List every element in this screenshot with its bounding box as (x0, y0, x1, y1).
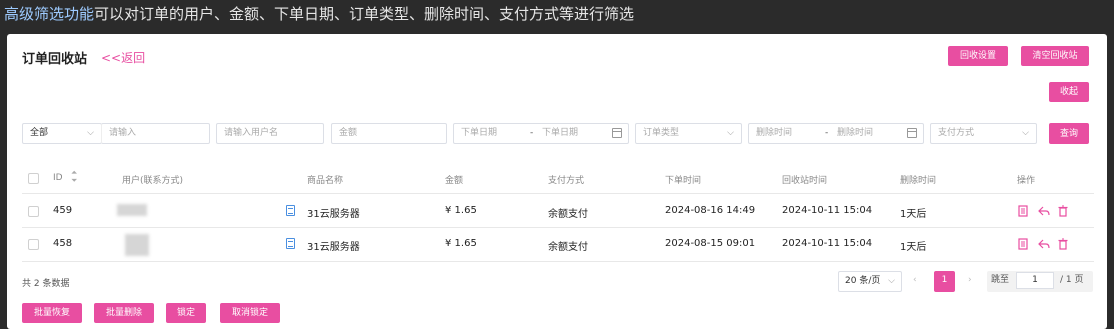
chevron-left-icon[interactable]: ‹ (913, 271, 917, 292)
order-date-start: 下单日期 (461, 128, 498, 138)
column-header-actions: 操作 (1017, 176, 1036, 186)
recycle-bin-panel: 订单回收站 <<返回 回收设置 清空回收站 收起 全部 ⌵ 请输入 请输入用户名 … (7, 34, 1107, 329)
keyword-input[interactable]: 请输入 (101, 123, 210, 144)
column-header-id: ID (53, 173, 63, 183)
clear-recycle-button[interactable]: 清空回收站 (1021, 46, 1089, 66)
document-icon[interactable] (286, 238, 295, 249)
scope-select[interactable]: 全部 ⌵ (22, 123, 102, 144)
column-header-order-time: 下单时间 (665, 176, 702, 186)
order-date-sep: - (530, 128, 534, 138)
divider (22, 227, 1094, 228)
row-amount: ¥ 1.65 (445, 205, 477, 216)
row-delete-time: 1天后 (900, 209, 927, 220)
row-recycle-time: 2024-10-11 15:04 (782, 238, 873, 249)
amount-input[interactable]: 金额 (331, 123, 447, 144)
total-pages: / 1 页 (1060, 275, 1084, 285)
caption-text: 高级筛选功能可以对订单的用户、金额、下单日期、订单类型、删除时间、支付方式等进行… (4, 3, 634, 25)
collapse-button[interactable]: 收起 (1049, 82, 1089, 102)
batch-restore-button[interactable]: 批量恢复 (22, 303, 82, 323)
chevron-down-icon: ⌵ (727, 128, 734, 138)
page-jumper: 跳至 1 / 1 页 (987, 271, 1093, 292)
row-checkbox[interactable] (28, 206, 39, 217)
query-button[interactable]: 查询 (1049, 123, 1089, 144)
trash-icon[interactable] (1057, 238, 1069, 250)
detail-icon[interactable] (1017, 238, 1029, 250)
divider (22, 193, 1094, 194)
batch-delete-button[interactable]: 批量删除 (94, 303, 154, 323)
row-pay: 余额支付 (548, 242, 588, 253)
username-placeholder: 请输入用户名 (224, 128, 279, 138)
row-checkbox[interactable] (28, 239, 39, 250)
order-date-end: 下单日期 (542, 128, 579, 138)
row-product: 31云服务器 (307, 242, 360, 253)
row-pay: 余额支付 (548, 209, 588, 220)
divider (22, 261, 1094, 262)
total-count: 共 2 条数据 (22, 279, 70, 289)
row-product: 31云服务器 (307, 209, 360, 220)
recycle-settings-button[interactable]: 回收设置 (948, 46, 1008, 66)
column-header-pay: 支付方式 (548, 176, 585, 186)
caption-highlight: 高级筛选功能 (4, 5, 95, 23)
trash-icon[interactable] (1057, 205, 1069, 217)
lock-button[interactable]: 锁定 (166, 303, 206, 323)
column-header-amount: 金额 (445, 176, 464, 186)
goto-input[interactable]: 1 (1016, 272, 1054, 289)
user-avatar-redacted (117, 204, 147, 216)
goto-label: 跳至 (991, 275, 1010, 285)
caption-rest: 可以对订单的用户、金额、下单日期、订单类型、删除时间、支付方式等进行筛选 (94, 5, 635, 23)
order-type-placeholder: 订单类型 (643, 128, 680, 138)
unlock-button[interactable]: 取消锁定 (220, 303, 280, 323)
order-date-range[interactable]: 下单日期 - 下单日期 (453, 123, 629, 144)
column-header-product: 商品名称 (307, 176, 344, 186)
row-delete-time: 1天后 (900, 242, 927, 253)
row-amount: ¥ 1.65 (445, 238, 477, 249)
sort-icon[interactable]: ⏶ ⏷ (71, 169, 77, 185)
row-order-time: 2024-08-15 09:01 (665, 238, 756, 249)
chevron-down-icon: ⌵ (87, 128, 94, 138)
calendar-icon (612, 128, 622, 138)
page-title: 订单回收站 (22, 52, 88, 67)
pay-method-select[interactable]: 支付方式 ⌵ (930, 123, 1037, 144)
delete-time-start: 删除时间 (756, 128, 793, 138)
delete-time-end: 删除时间 (837, 128, 874, 138)
chevron-down-icon: ⌵ (888, 276, 895, 286)
row-id: 458 (53, 238, 73, 249)
row-recycle-time: 2024-10-11 15:04 (782, 205, 873, 216)
row-id: 459 (53, 205, 73, 216)
user-avatar-redacted (125, 234, 149, 256)
username-input[interactable]: 请输入用户名 (216, 123, 324, 144)
keyword-placeholder: 请输入 (109, 128, 137, 138)
chevron-down-icon: ⌵ (1022, 128, 1029, 138)
restore-icon[interactable] (1038, 205, 1050, 217)
chevron-right-icon[interactable]: › (968, 271, 972, 292)
pay-method-placeholder: 支付方式 (938, 128, 975, 138)
select-all-checkbox[interactable] (28, 173, 39, 184)
column-header-delete-time: 删除时间 (900, 176, 937, 186)
page-size-select[interactable]: 20 条/页 ⌵ (838, 271, 902, 292)
row-order-time: 2024-08-16 14:49 (665, 205, 756, 216)
delete-time-range[interactable]: 删除时间 - 删除时间 (748, 123, 924, 144)
delete-time-sep: - (825, 128, 829, 138)
page-size-value: 20 条/页 (845, 276, 881, 286)
column-header-recycle-time: 回收站时间 (782, 176, 828, 186)
order-type-select[interactable]: 订单类型 ⌵ (635, 123, 742, 144)
page-number-current[interactable]: 1 (934, 271, 955, 292)
amount-placeholder: 金额 (339, 128, 358, 138)
scope-select-value: 全部 (30, 128, 49, 138)
restore-icon[interactable] (1038, 238, 1050, 250)
document-icon[interactable] (286, 205, 295, 216)
detail-icon[interactable] (1017, 205, 1029, 217)
calendar-icon (907, 128, 917, 138)
back-link[interactable]: <<返回 (101, 49, 145, 66)
column-header-user: 用户(联系方式) (122, 176, 184, 186)
